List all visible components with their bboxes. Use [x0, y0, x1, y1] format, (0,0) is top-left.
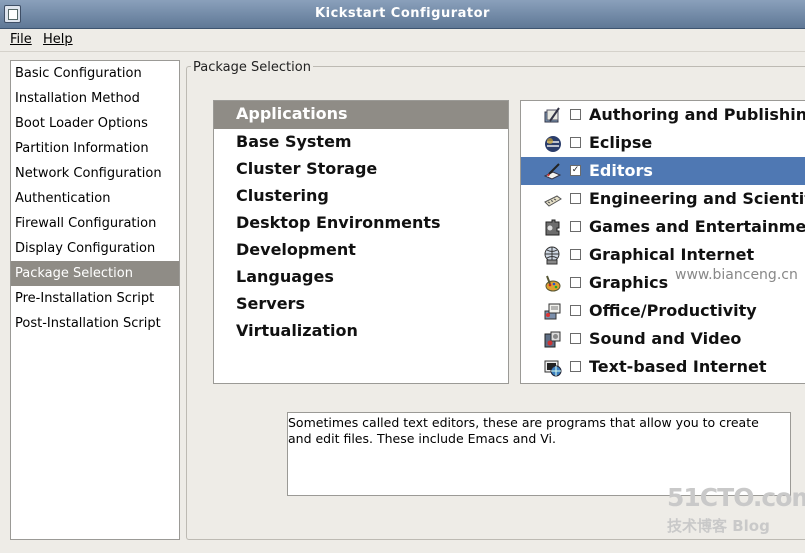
menu-file-label: File	[10, 32, 32, 47]
category-checkbox[interactable]	[570, 109, 581, 120]
category-checkbox[interactable]	[570, 193, 581, 204]
group-item-label: Applications	[236, 104, 348, 123]
watermark-site: www.bianceng.cn	[673, 266, 800, 284]
category-item-engineering-and-scientific[interactable]: Engineering and Scientific	[521, 185, 805, 213]
group-item-label: Cluster Storage	[236, 159, 378, 178]
group-item-languages[interactable]: Languages	[214, 264, 508, 291]
category-item-games-and-entertainment[interactable]: Games and Entertainment	[521, 213, 805, 241]
category-label: Text-based Internet	[589, 357, 767, 376]
category-checkbox[interactable]	[570, 305, 581, 316]
category-checkbox[interactable]	[570, 249, 581, 260]
ruler-icon	[544, 195, 562, 207]
sidebar-item-package-selection[interactable]: Package Selection	[11, 261, 179, 286]
terminal-globe-icon	[544, 360, 562, 377]
pen-paper-icon	[543, 163, 562, 180]
category-checkbox[interactable]: ✓	[570, 165, 581, 176]
group-item-label: Servers	[236, 294, 305, 313]
globe-icon	[544, 246, 560, 265]
sidebar-item-installation-method[interactable]: Installation Method	[11, 86, 179, 111]
category-label: Eclipse	[589, 133, 653, 152]
watermark-brand: 51CTO.com	[667, 483, 805, 512]
group-item-development[interactable]: Development	[214, 237, 508, 264]
category-item-sound-and-video[interactable]: Sound and Video	[521, 325, 805, 353]
window-title: Kickstart Configurator	[315, 6, 490, 21]
category-checkbox[interactable]	[570, 361, 581, 372]
sidebar-item-label: Installation Method	[15, 91, 140, 106]
category-label: Graphics	[589, 273, 669, 292]
category-item-authoring-and-publishing[interactable]: Authoring and Publishing	[521, 101, 805, 129]
category-item-eclipse[interactable]: Eclipse	[521, 129, 805, 157]
package-selection-frame-label: Package Selection	[191, 60, 313, 75]
paint-icon	[545, 275, 561, 292]
category-label: Graphical Internet	[589, 245, 755, 264]
menu-help-label: Help	[43, 32, 73, 47]
office-icon	[544, 303, 561, 320]
group-item-label: Languages	[236, 267, 334, 286]
sidebar-item-label: Firewall Configuration	[15, 216, 157, 231]
category-checkbox[interactable]	[570, 333, 581, 344]
sidebar-nav: Basic Configuration Installation Method …	[10, 60, 180, 540]
sidebar-item-boot-loader-options[interactable]: Boot Loader Options	[11, 111, 179, 136]
menu-bar: File Help	[0, 29, 805, 52]
sidebar-item-display-configuration[interactable]: Display Configuration	[11, 236, 179, 261]
sidebar-item-pre-installation-script[interactable]: Pre-Installation Script	[11, 286, 179, 311]
sidebar-item-firewall-configuration[interactable]: Firewall Configuration	[11, 211, 179, 236]
group-item-cluster-storage[interactable]: Cluster Storage	[214, 156, 508, 183]
group-item-label: Clustering	[236, 186, 329, 205]
sidebar-item-post-installation-script[interactable]: Post-Installation Script	[11, 311, 179, 336]
group-item-label: Virtualization	[236, 321, 358, 340]
menu-help[interactable]: Help	[43, 32, 73, 47]
sidebar-item-label: Post-Installation Script	[15, 316, 161, 331]
category-item-office-productivity[interactable]: Office/Productivity	[521, 297, 805, 325]
sidebar-item-label: Boot Loader Options	[15, 116, 148, 131]
category-label: Authoring and Publishing	[589, 105, 805, 124]
sidebar-item-label: Display Configuration	[15, 241, 156, 256]
sidebar-item-label: Package Selection	[15, 266, 133, 281]
category-item-text-based-internet[interactable]: Text-based Internet	[521, 353, 805, 381]
sidebar-item-label: Basic Configuration	[15, 66, 142, 81]
category-item-graphical-internet[interactable]: Graphical Internet	[521, 241, 805, 269]
sidebar-item-network-configuration[interactable]: Network Configuration	[11, 161, 179, 186]
group-item-clustering[interactable]: Clustering	[214, 183, 508, 210]
media-icon	[544, 331, 561, 348]
category-label: Editors	[589, 161, 653, 180]
watermark-brand-sub: 技术博客 Blog	[667, 517, 770, 535]
category-label: Engineering and Scientific	[589, 189, 805, 208]
category-label: Sound and Video	[589, 329, 742, 348]
description-text: Sometimes called text editors, these are…	[288, 415, 759, 446]
group-item-servers[interactable]: Servers	[214, 291, 508, 318]
book-pen-icon	[544, 107, 560, 123]
title-bar: Kickstart Configurator	[0, 0, 805, 29]
group-item-virtualization[interactable]: Virtualization	[214, 318, 508, 345]
group-item-label: Desktop Environments	[236, 213, 441, 232]
group-item-applications[interactable]: Applications	[214, 101, 508, 129]
category-checkbox[interactable]	[570, 277, 581, 288]
category-label: Games and Entertainment	[589, 217, 805, 236]
group-item-base-system[interactable]: Base System	[214, 129, 508, 156]
group-item-label: Base System	[236, 132, 352, 151]
package-category-list: Authoring and Publishing Eclipse ✓ Edito…	[520, 100, 805, 384]
sidebar-item-label: Partition Information	[15, 141, 149, 156]
sidebar-item-label: Authentication	[15, 191, 111, 206]
category-checkbox[interactable]	[570, 137, 581, 148]
sidebar-item-label: Pre-Installation Script	[15, 291, 155, 306]
eclipse-icon	[545, 136, 561, 152]
sidebar-item-authentication[interactable]: Authentication	[11, 186, 179, 211]
sidebar-item-partition-information[interactable]: Partition Information	[11, 136, 179, 161]
puzzle-icon	[545, 219, 560, 236]
category-checkbox[interactable]	[570, 221, 581, 232]
sidebar-item-label: Network Configuration	[15, 166, 162, 181]
category-item-editors[interactable]: ✓ Editors	[521, 157, 805, 185]
package-group-list: Applications Base System Cluster Storage…	[213, 100, 509, 384]
menu-file[interactable]: File	[10, 32, 32, 47]
sidebar-item-basic-configuration[interactable]: Basic Configuration	[11, 61, 179, 86]
group-item-label: Development	[236, 240, 356, 259]
group-item-desktop-environments[interactable]: Desktop Environments	[214, 210, 508, 237]
category-label: Office/Productivity	[589, 301, 757, 320]
